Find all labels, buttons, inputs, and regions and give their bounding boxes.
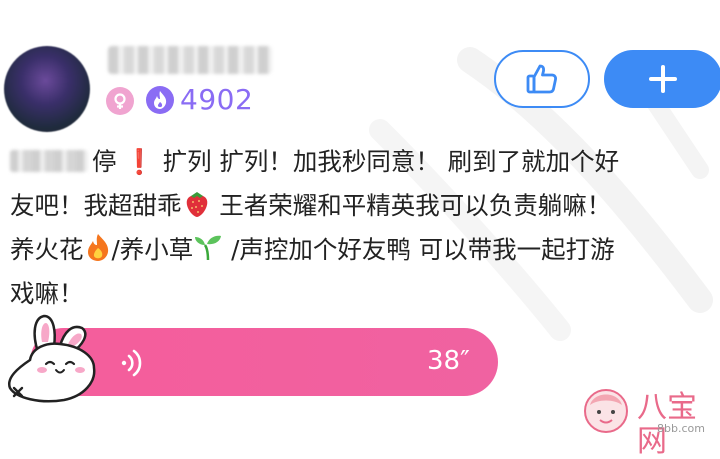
fire-icon [87, 234, 108, 261]
post-line-3: 养火花 /养小草 /声控加个好友鸭 可以带我一起打游 [10, 228, 710, 272]
site-watermark-url: 8bb.com [657, 422, 705, 435]
add-friend-button[interactable] [604, 50, 720, 108]
plus-icon [649, 65, 677, 93]
post-line-2: 友吧！我超甜乖 王者荣耀和平精英我可以负责躺嘛！ [10, 184, 710, 228]
post-line-4: 戏嘛！ [10, 279, 84, 308]
thumbs-up-icon [526, 64, 557, 94]
female-icon [114, 93, 126, 109]
popularity-score: 4902 [180, 83, 254, 116]
like-button[interactable] [494, 50, 590, 108]
baby-face-logo-icon [584, 389, 628, 433]
sound-wave-icon [121, 349, 142, 377]
mention-blurred [10, 150, 88, 172]
post-line-1: 停 ❗ 扩列 扩列！加我秒同意！ 刷到了就加个好 [10, 140, 710, 184]
avatar[interactable] [4, 46, 90, 132]
sprout-icon [195, 235, 222, 261]
rabbit-mascot-icon [7, 314, 96, 403]
strawberry-icon [186, 192, 207, 217]
voice-duration: 38″ [427, 346, 470, 376]
female-gender-badge [106, 87, 134, 115]
flame-icon [154, 91, 167, 109]
username-blurred [108, 46, 272, 74]
post-text: 停 ❗ 扩列 扩列！加我秒同意！ 刷到了就加个好 友吧！我超甜乖 王者荣耀和平精… [10, 140, 710, 316]
heat-badge [146, 86, 174, 114]
exclamation-icon: ❗ [124, 147, 155, 176]
